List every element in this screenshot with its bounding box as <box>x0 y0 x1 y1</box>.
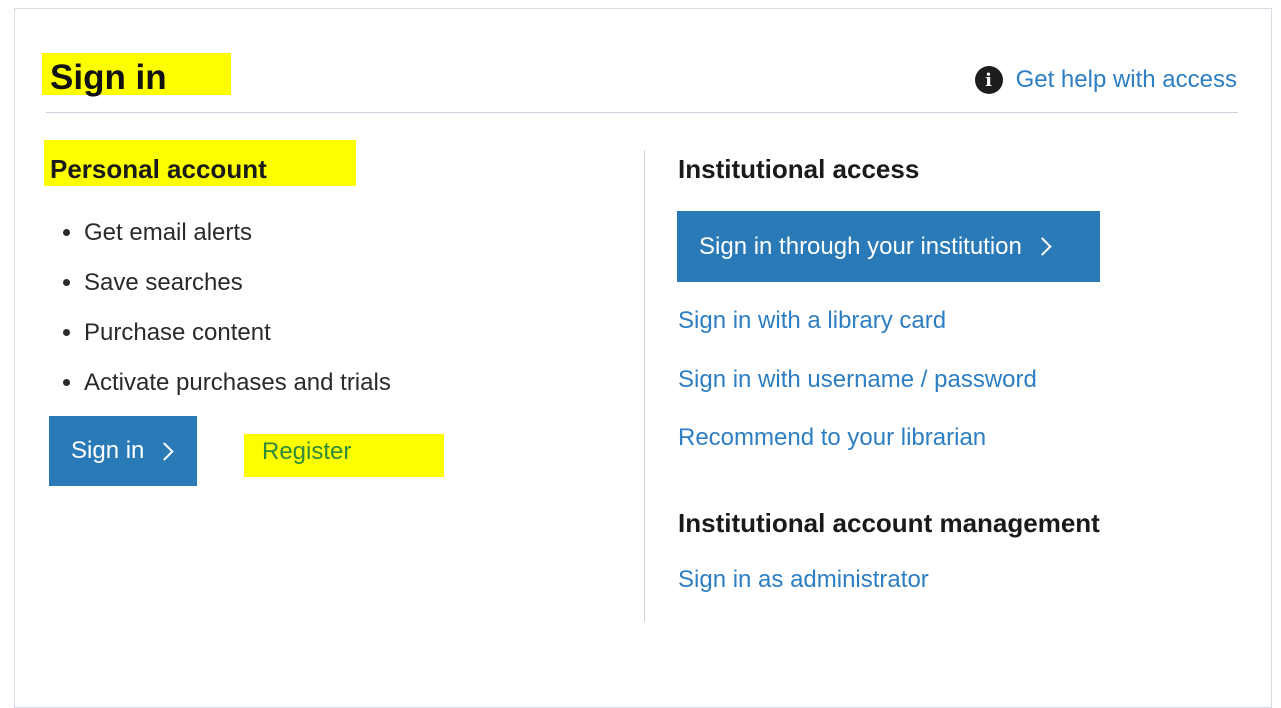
benefits-list: Get email alerts Save searches Purchase … <box>50 208 391 408</box>
get-help-link[interactable]: i Get help with access <box>974 66 1237 94</box>
chevron-right-icon <box>155 441 175 461</box>
sign-in-button-label: Sign in <box>71 437 145 464</box>
list-item: Save searches <box>84 258 391 308</box>
library-card-link[interactable]: Sign in with a library card <box>678 306 946 336</box>
sign-in-institution-button[interactable]: Sign in through your institution <box>677 211 1100 282</box>
personal-account-heading: Personal account <box>50 154 267 184</box>
sign-in-institution-label: Sign in through your institution <box>699 232 1022 260</box>
sign-in-button[interactable]: Sign in <box>49 416 197 486</box>
get-help-label: Get help with access <box>1015 66 1237 93</box>
list-item: Activate purchases and trials <box>84 358 391 408</box>
institutional-access-heading: Institutional access <box>678 154 920 184</box>
username-password-link[interactable]: Sign in with username / password <box>678 365 1037 395</box>
recommend-librarian-link[interactable]: Recommend to your librarian <box>678 423 986 453</box>
list-item: Get email alerts <box>84 208 391 258</box>
column-divider <box>644 150 645 622</box>
account-management-heading: Institutional account management <box>678 508 1100 538</box>
chevron-right-icon <box>1033 237 1052 256</box>
admin-sign-in-link[interactable]: Sign in as administrator <box>678 565 929 595</box>
page-title: Sign in <box>50 58 167 97</box>
info-icon: i <box>974 66 1003 94</box>
list-item: Purchase content <box>84 308 391 358</box>
register-link[interactable]: Register <box>262 438 351 466</box>
header-divider <box>46 112 1238 113</box>
